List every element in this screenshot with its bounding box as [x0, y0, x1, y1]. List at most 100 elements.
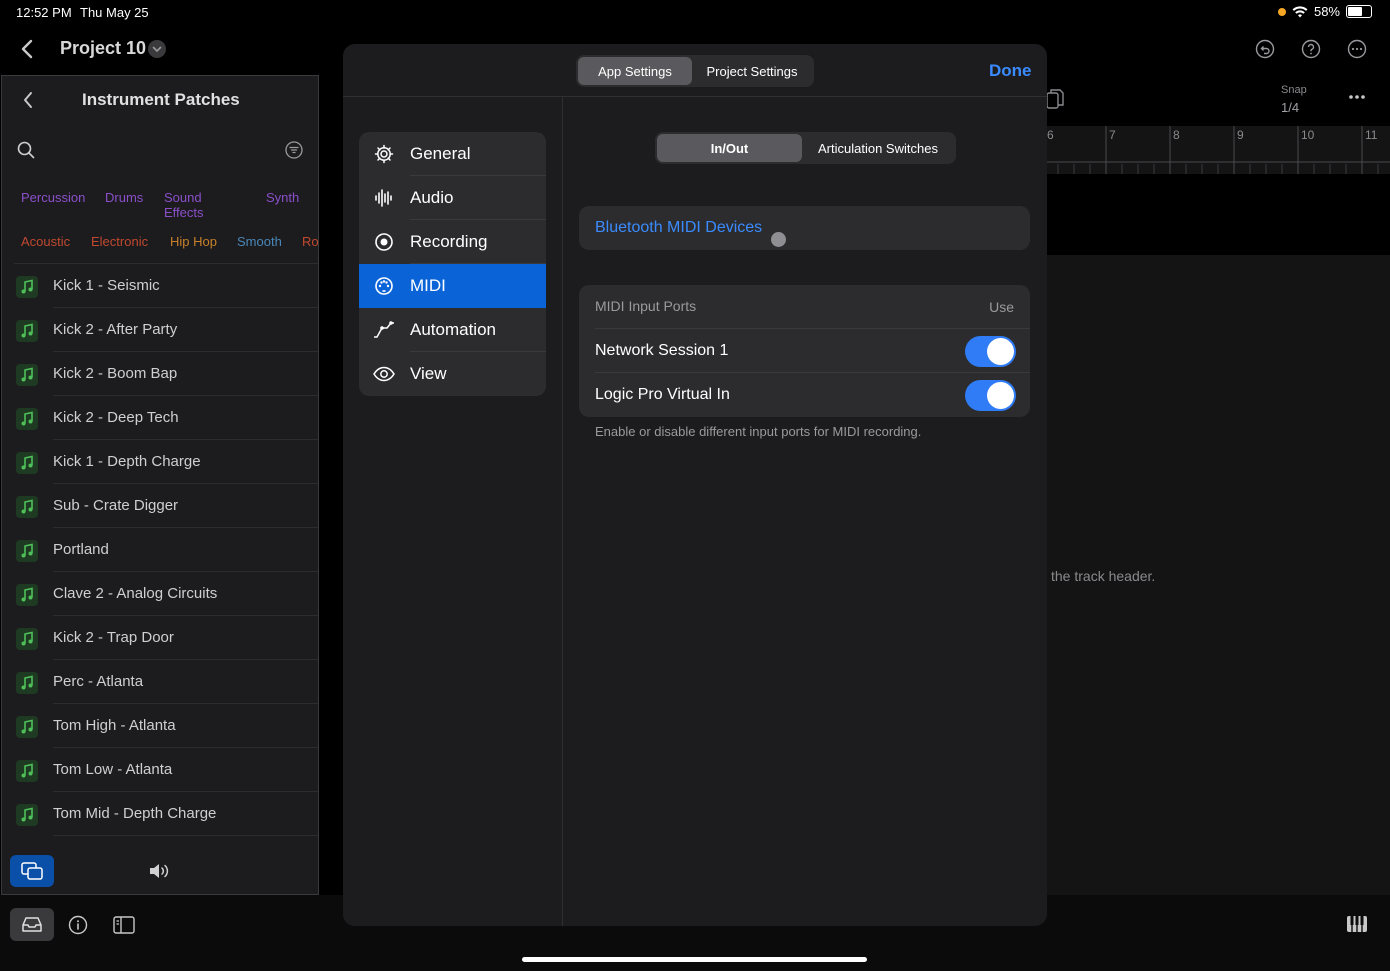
music-note-icon	[16, 760, 38, 782]
menu-item-general[interactable]: General	[359, 132, 546, 176]
patch-name: Tom Low - Atlanta	[53, 761, 173, 778]
record-icon	[375, 233, 393, 251]
ruler-bar-7: 7	[1109, 128, 1116, 142]
logic-pro-virtual-in-toggle[interactable]	[965, 380, 1016, 411]
tag-acoustic[interactable]: Acoustic	[21, 234, 70, 249]
snap-value[interactable]: 1/4	[1281, 100, 1299, 115]
bluetooth-midi-devices-label: Bluetooth MIDI Devices	[595, 219, 763, 236]
tab-project-settings[interactable]: Project Settings	[692, 57, 812, 85]
tag-smooth[interactable]: Smooth	[237, 234, 282, 249]
keyboard-icon[interactable]	[1346, 915, 1368, 933]
patch-row[interactable]: Kick 1 - Depth Charge	[2, 440, 318, 484]
patch-row[interactable]: Kick 2 - Deep Tech	[2, 396, 318, 440]
done-button[interactable]: Done	[989, 61, 1032, 81]
timeline-ruler[interactable]: 6 7 8 9 10 11	[1047, 126, 1390, 174]
patch-row[interactable]: Kick 2 - After Party	[2, 308, 318, 352]
undo-icon[interactable]	[1255, 39, 1275, 59]
ports-use-header: Use	[989, 299, 1014, 315]
music-note-icon	[16, 276, 38, 298]
music-note-icon	[16, 320, 38, 342]
bluetooth-midi-devices-row[interactable]: Bluetooth MIDI Devices	[579, 206, 1030, 250]
tag-electronic[interactable]: Electronic	[91, 234, 148, 249]
info-icon[interactable]	[68, 915, 88, 935]
patch-row[interactable]: Perc - Atlanta	[2, 660, 318, 704]
patch-row[interactable]: Kick 2 - Boom Bap	[2, 352, 318, 396]
menu-item-view[interactable]: View	[359, 352, 546, 396]
patch-row[interactable]: Tom High - Atlanta	[2, 704, 318, 748]
music-note-icon	[16, 804, 38, 826]
menu-label-midi: MIDI	[410, 276, 446, 295]
tab-app-settings[interactable]: App Settings	[578, 57, 692, 85]
ruler-bar-8: 8	[1173, 128, 1180, 142]
port-name: Network Session 1	[595, 342, 729, 359]
ruler-bar-10: 10	[1301, 128, 1315, 142]
patch-row[interactable]: Portland	[2, 528, 318, 572]
patch-name: Clave 2 - Analog Circuits	[53, 585, 218, 602]
music-note-icon	[16, 452, 38, 474]
patch-row[interactable]: Sub - Crate Digger	[2, 484, 318, 528]
more-options-icon[interactable]	[1347, 39, 1367, 59]
sidebar-toggle-icon[interactable]	[113, 916, 135, 934]
menu-item-midi[interactable]: MIDI	[359, 264, 546, 308]
ruler-bar-9: 9	[1237, 128, 1244, 142]
gear-icon	[374, 144, 394, 164]
music-note-icon	[16, 628, 38, 650]
ports-header-row: MIDI Input Ports Use	[579, 285, 1030, 329]
pointer-cursor	[771, 232, 786, 247]
status-right: 58%	[1277, 4, 1372, 19]
patch-name: Portland	[53, 541, 109, 558]
battery-icon	[1346, 5, 1372, 18]
help-icon[interactable]	[1301, 39, 1321, 59]
midi-subtabs: In/Out Articulation Switches	[655, 132, 956, 164]
patch-name: Kick 2 - Boom Bap	[53, 365, 178, 382]
patch-row[interactable]: Kick 1 - Seismic	[2, 264, 318, 308]
snap-label: Snap	[1281, 84, 1307, 96]
menu-label-automation: Automation	[410, 320, 496, 339]
music-note-icon	[16, 584, 38, 606]
patch-name: Kick 1 - Depth Charge	[53, 453, 201, 470]
menu-label-view: View	[410, 364, 447, 383]
port-row-logic-pro-virtual-in: Logic Pro Virtual In	[579, 373, 1030, 417]
settings-modal: App Settings Project Settings Done Gener…	[343, 44, 1047, 926]
patch-row[interactable]: Tom Low - Atlanta	[2, 748, 318, 792]
library-tray-icon	[22, 917, 42, 932]
mic-indicator-icon	[1277, 7, 1286, 16]
home-indicator[interactable]	[522, 957, 867, 962]
tag-rock[interactable]: Ro	[302, 234, 318, 249]
patch-row[interactable]: Tom Mid - Depth Charge	[2, 792, 318, 836]
settings-menu: General Audio Recording MIDI Automation …	[359, 132, 546, 396]
battery-percent: 58%	[1313, 4, 1340, 19]
ruler-ticks	[1047, 126, 1390, 174]
copy-icon[interactable]	[1046, 88, 1064, 110]
settings-scope-tabs: App Settings Project Settings	[576, 55, 814, 87]
eye-icon	[373, 366, 395, 382]
patch-name: Tom High - Atlanta	[53, 717, 176, 734]
library-mode-button[interactable]	[10, 855, 54, 887]
tab-in-out[interactable]: In/Out	[657, 134, 802, 162]
patch-name: Kick 1 - Seismic	[53, 277, 160, 294]
patch-row[interactable]: Clave 2 - Analog Circuits	[2, 572, 318, 616]
swap-icon	[21, 862, 43, 880]
ruler-bar-11: 11	[1365, 128, 1378, 142]
menu-item-automation[interactable]: Automation	[359, 308, 546, 352]
patch-name: Sub - Crate Digger	[53, 497, 179, 514]
menu-label-general: General	[410, 144, 471, 163]
menu-item-audio[interactable]: Audio	[359, 176, 546, 220]
patch-row[interactable]: Kick 2 - Trap Door	[2, 616, 318, 660]
tag-hip-hop[interactable]: Hip Hop	[170, 234, 217, 249]
track-hint-text: the track header.	[1051, 568, 1156, 584]
arrange-more-icon[interactable]	[1348, 94, 1366, 100]
port-row-network-session: Network Session 1	[579, 329, 1030, 373]
library-toggle-button[interactable]	[10, 908, 54, 941]
patch-name: Kick 2 - Trap Door	[53, 629, 174, 646]
port-name: Logic Pro Virtual In	[595, 386, 730, 403]
patch-name: Perc - Atlanta	[53, 673, 144, 690]
wifi-icon	[1292, 5, 1308, 17]
tab-articulation-switches[interactable]: Articulation Switches	[802, 134, 954, 162]
preview-volume-icon[interactable]	[148, 862, 172, 880]
midi-input-ports-list: MIDI Input Ports Use Network Session 1 L…	[579, 285, 1030, 417]
menu-item-recording[interactable]: Recording	[359, 220, 546, 264]
music-note-icon	[16, 716, 38, 738]
network-session-toggle[interactable]	[965, 336, 1016, 367]
ruler-bar-6: 6	[1047, 128, 1054, 142]
